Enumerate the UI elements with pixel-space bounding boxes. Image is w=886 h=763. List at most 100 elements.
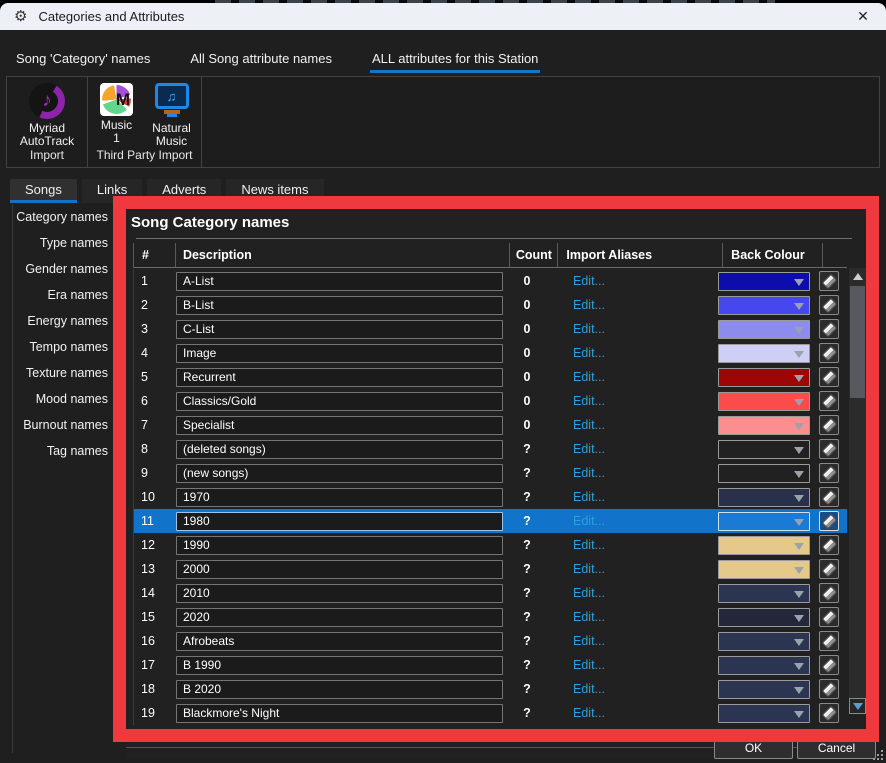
description-input[interactable]: Recurrent [176,368,503,387]
eraser-button[interactable] [819,367,839,387]
description-input[interactable]: B 2020 [176,680,503,699]
sidebar-item-gender-names[interactable]: Gender names [0,256,117,282]
eraser-button[interactable] [819,655,839,675]
edit-link[interactable]: Edit... [573,658,605,672]
back-colour-dropdown[interactable] [718,680,810,699]
sidebar-item-tempo-names[interactable]: Tempo names [0,334,117,360]
back-colour-dropdown[interactable] [718,704,810,723]
description-input[interactable]: 2000 [176,560,503,579]
eraser-button[interactable] [819,415,839,435]
edit-link[interactable]: Edit... [573,634,605,648]
description-input[interactable]: A-List [176,272,503,291]
edit-link[interactable]: Edit... [573,514,605,528]
sidebar-item-category-names[interactable]: Category names [0,204,117,230]
back-colour-dropdown[interactable] [718,536,810,555]
description-input[interactable]: (deleted songs) [176,440,503,459]
cancel-button[interactable]: Cancel [797,737,876,759]
edit-link[interactable]: Edit... [573,322,605,336]
edit-link[interactable]: Edit... [573,562,605,576]
description-input[interactable]: Blackmore's Night [176,704,503,723]
sidebar-item-tag-names[interactable]: Tag names [0,438,117,464]
eraser-button[interactable] [819,703,839,723]
edit-link[interactable]: Edit... [573,490,605,504]
eraser-button[interactable] [819,391,839,411]
eraser-button[interactable] [819,631,839,651]
edit-link[interactable]: Edit... [573,418,605,432]
edit-link[interactable]: Edit... [573,442,605,456]
eraser-button[interactable] [819,295,839,315]
edit-link[interactable]: Edit... [573,394,605,408]
back-colour-dropdown[interactable] [718,608,810,627]
back-colour-dropdown[interactable] [718,296,810,315]
subtab-links[interactable]: Links [82,179,142,203]
edit-link[interactable]: Edit... [573,298,605,312]
description-input[interactable]: Specialist [176,416,503,435]
scroll-up-button[interactable] [849,268,866,284]
description-input[interactable]: 1970 [176,488,503,507]
eraser-button[interactable] [819,271,839,291]
sidebar-item-era-names[interactable]: Era names [0,282,117,308]
edit-link[interactable]: Edit... [573,538,605,552]
sidebar-item-mood-names[interactable]: Mood names [0,386,117,412]
description-input[interactable]: C-List [176,320,503,339]
back-colour-dropdown[interactable] [718,584,810,603]
back-colour-dropdown[interactable] [718,440,810,459]
description-input[interactable]: (new songs) [176,464,503,483]
subtab-songs[interactable]: Songs [10,179,77,203]
eraser-button[interactable] [819,511,839,531]
ribbon-tab-all-song-attribute-names[interactable]: All Song attribute names [188,46,334,73]
description-input[interactable]: B-List [176,296,503,315]
sidebar-item-texture-names[interactable]: Texture names [0,360,117,386]
eraser-button[interactable] [819,319,839,339]
back-colour-dropdown[interactable] [718,632,810,651]
back-colour-dropdown[interactable] [718,368,810,387]
music1-button[interactable]: M Music 1 [90,83,144,145]
sidebar-item-type-names[interactable]: Type names [0,230,117,256]
vertical-scrollbar[interactable] [849,268,866,714]
edit-link[interactable]: Edit... [573,274,605,288]
description-input[interactable]: Classics/Gold [176,392,503,411]
eraser-button[interactable] [819,607,839,627]
back-colour-dropdown[interactable] [718,416,810,435]
sidebar-item-energy-names[interactable]: Energy names [0,308,117,334]
back-colour-dropdown[interactable] [718,320,810,339]
description-input[interactable]: Afrobeats [176,632,503,651]
sidebar-item-burnout-names[interactable]: Burnout names [0,412,117,438]
subtab-news-items[interactable]: News items [226,179,323,203]
back-colour-dropdown[interactable] [718,656,810,675]
ribbon-tab-all-attributes-for-station[interactable]: ALL attributes for this Station [370,46,540,73]
eraser-button[interactable] [819,463,839,483]
back-colour-dropdown[interactable] [718,560,810,579]
edit-link[interactable]: Edit... [573,586,605,600]
eraser-button[interactable] [819,583,839,603]
back-colour-dropdown[interactable] [718,488,810,507]
description-input[interactable]: B 1990 [176,656,503,675]
eraser-button[interactable] [819,679,839,699]
description-input[interactable]: 2020 [176,608,503,627]
resize-grip[interactable] [873,750,883,760]
edit-link[interactable]: Edit... [573,346,605,360]
edit-link[interactable]: Edit... [573,682,605,696]
scroll-down-button[interactable] [849,698,866,714]
back-colour-dropdown[interactable] [718,272,810,291]
ribbon-tab-song-category-names[interactable]: Song 'Category' names [14,46,152,73]
description-input[interactable]: 1980 [176,512,503,531]
back-colour-dropdown[interactable] [718,392,810,411]
back-colour-dropdown[interactable] [718,464,810,483]
eraser-button[interactable] [819,487,839,507]
natural-music-button[interactable]: ♫ Natural Music [144,83,200,148]
back-colour-dropdown[interactable] [718,344,810,363]
ok-button[interactable]: OK [714,737,793,759]
eraser-button[interactable] [819,343,839,363]
edit-link[interactable]: Edit... [573,706,605,720]
subtab-adverts[interactable]: Adverts [147,179,221,203]
edit-link[interactable]: Edit... [573,466,605,480]
eraser-button[interactable] [819,535,839,555]
eraser-button[interactable] [819,439,839,459]
eraser-button[interactable] [819,559,839,579]
description-input[interactable]: 1990 [176,536,503,555]
close-button[interactable]: ✕ [848,5,878,28]
scrollbar-thumb[interactable] [850,286,865,398]
description-input[interactable]: 2010 [176,584,503,603]
back-colour-dropdown[interactable] [718,512,810,531]
